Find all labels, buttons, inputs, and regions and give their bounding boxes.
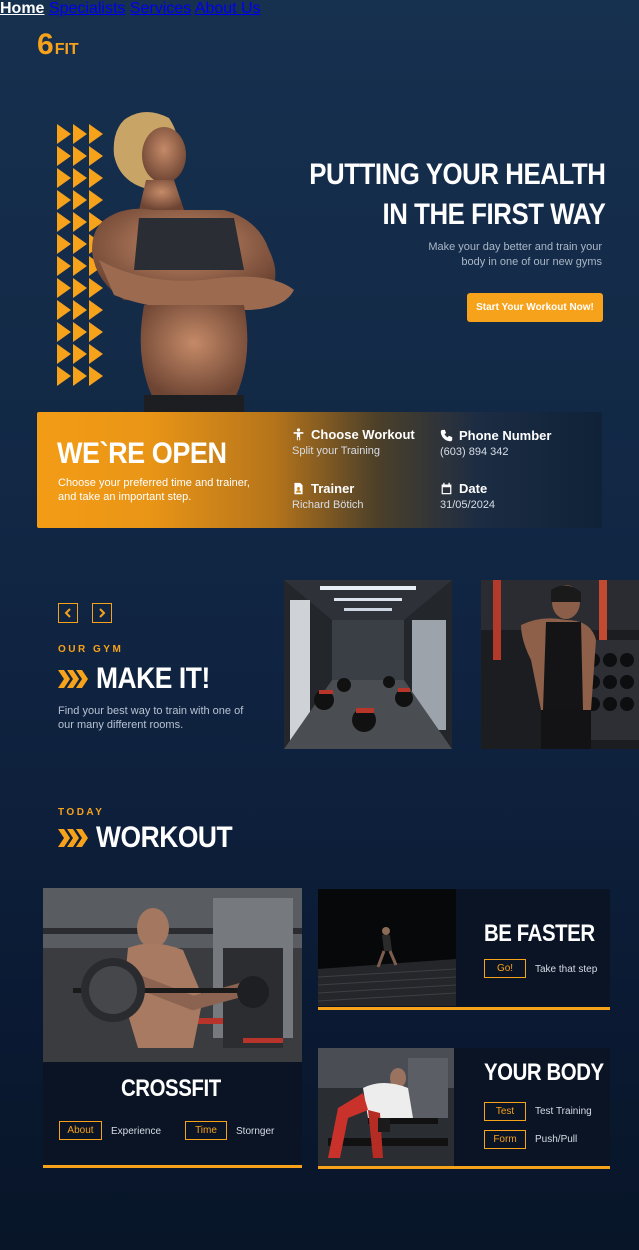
nav-about-us[interactable]: About Us (195, 0, 261, 17)
hero-title-line1: PUTTING YOUR HEALTH (308, 158, 606, 191)
chevrons-icon (58, 829, 88, 847)
info-choose-workout[interactable]: Choose Workout Split your Training (292, 427, 415, 457)
take-that-step-text: Take that step (535, 964, 598, 975)
workout-title: WORKOUT (58, 821, 251, 855)
chevron-left-icon (64, 608, 71, 618)
your-body-title: YOUR BODY (484, 1059, 604, 1086)
gym-kicker: OUR GYM (58, 644, 124, 655)
previous-slide-button[interactable] (58, 603, 78, 623)
nav-home[interactable]: Home (0, 0, 44, 17)
gym-title: MAKE IT! (58, 662, 225, 696)
spin-room-image (284, 580, 452, 749)
chevrons-icon (58, 670, 88, 688)
info-label: Date (459, 481, 488, 496)
open-description: Choose your preferred time and trainer, … (58, 477, 250, 503)
hero-subtitle: Make your day better and train your body… (428, 241, 602, 268)
info-trainer[interactable]: Trainer Richard Bötich (292, 481, 364, 511)
nav-specialists[interactable]: Specialists (49, 0, 125, 17)
runner-image (318, 889, 456, 1006)
person-icon (293, 428, 304, 441)
push-pull-text: Push/Pull (535, 1134, 578, 1145)
crossfit-athlete-image (43, 888, 302, 1062)
gym-description: Find your best way to train with one of … (58, 705, 244, 731)
your-body-accent-bar (318, 1166, 610, 1169)
info-label: Trainer (311, 481, 355, 496)
open-title: WE`RE OPEN (57, 437, 227, 470)
experience-text: Experience (111, 1126, 162, 1137)
time-tag[interactable]: Time (185, 1121, 227, 1140)
dumbbell-area-image (481, 580, 639, 749)
main-nav: Home Specialists Services About Us (0, 0, 639, 18)
be-faster-title: BE FASTER (484, 920, 595, 947)
info-date[interactable]: Date 31/05/2024 (440, 481, 495, 511)
dumbbell-row-image (318, 1048, 454, 1166)
crossfit-photo (43, 888, 302, 1062)
workout-title-text: WORKOUT (96, 821, 233, 854)
start-workout-button[interactable]: Start Your Workout Now! (467, 293, 603, 322)
logo-number: 6 (37, 28, 54, 61)
info-value: Split your Training (292, 445, 381, 457)
gym-title-text: MAKE IT! (96, 662, 210, 695)
info-phone-number[interactable]: Phone Number (603) 894 342 (440, 428, 551, 458)
test-training-text: Test Training (535, 1106, 592, 1117)
crossfit-title: CROSSFIT (121, 1075, 221, 1102)
go-tag[interactable]: Go! (484, 959, 526, 978)
stornger-text: Stornger (236, 1126, 275, 1137)
be-faster-photo (318, 889, 456, 1006)
info-value: Richard Bötich (292, 499, 364, 511)
hero-title: PUTTING YOUR HEALTH IN THE FIRST WAY (308, 155, 606, 235)
next-slide-button[interactable] (92, 603, 112, 623)
hero-athlete-image (92, 111, 294, 412)
your-body-photo (318, 1048, 454, 1166)
info-value: 31/05/2024 (440, 499, 496, 511)
info-value: (603) 894 342 (440, 446, 509, 458)
gym-room-photo[interactable] (284, 580, 452, 749)
form-tag[interactable]: Form (484, 1130, 526, 1149)
phone-icon (440, 429, 453, 442)
logo-text: FIT (54, 41, 79, 58)
chevron-right-icon (99, 608, 106, 618)
be-faster-accent-bar (318, 1007, 610, 1010)
info-label: Choose Workout (311, 427, 415, 442)
workout-kicker: TODAY (58, 807, 105, 818)
test-tag[interactable]: Test (484, 1102, 526, 1121)
gym-weights-photo[interactable] (481, 580, 639, 749)
calendar-icon (441, 482, 452, 495)
logo[interactable]: 6 FIT (37, 30, 79, 60)
crossfit-accent-bar (43, 1165, 302, 1168)
info-label: Phone Number (459, 428, 552, 443)
id-badge-icon (294, 482, 303, 495)
about-tag[interactable]: About (59, 1121, 102, 1140)
nav-services[interactable]: Services (130, 0, 191, 17)
hero-title-line2: IN THE FIRST WAY (382, 198, 605, 231)
